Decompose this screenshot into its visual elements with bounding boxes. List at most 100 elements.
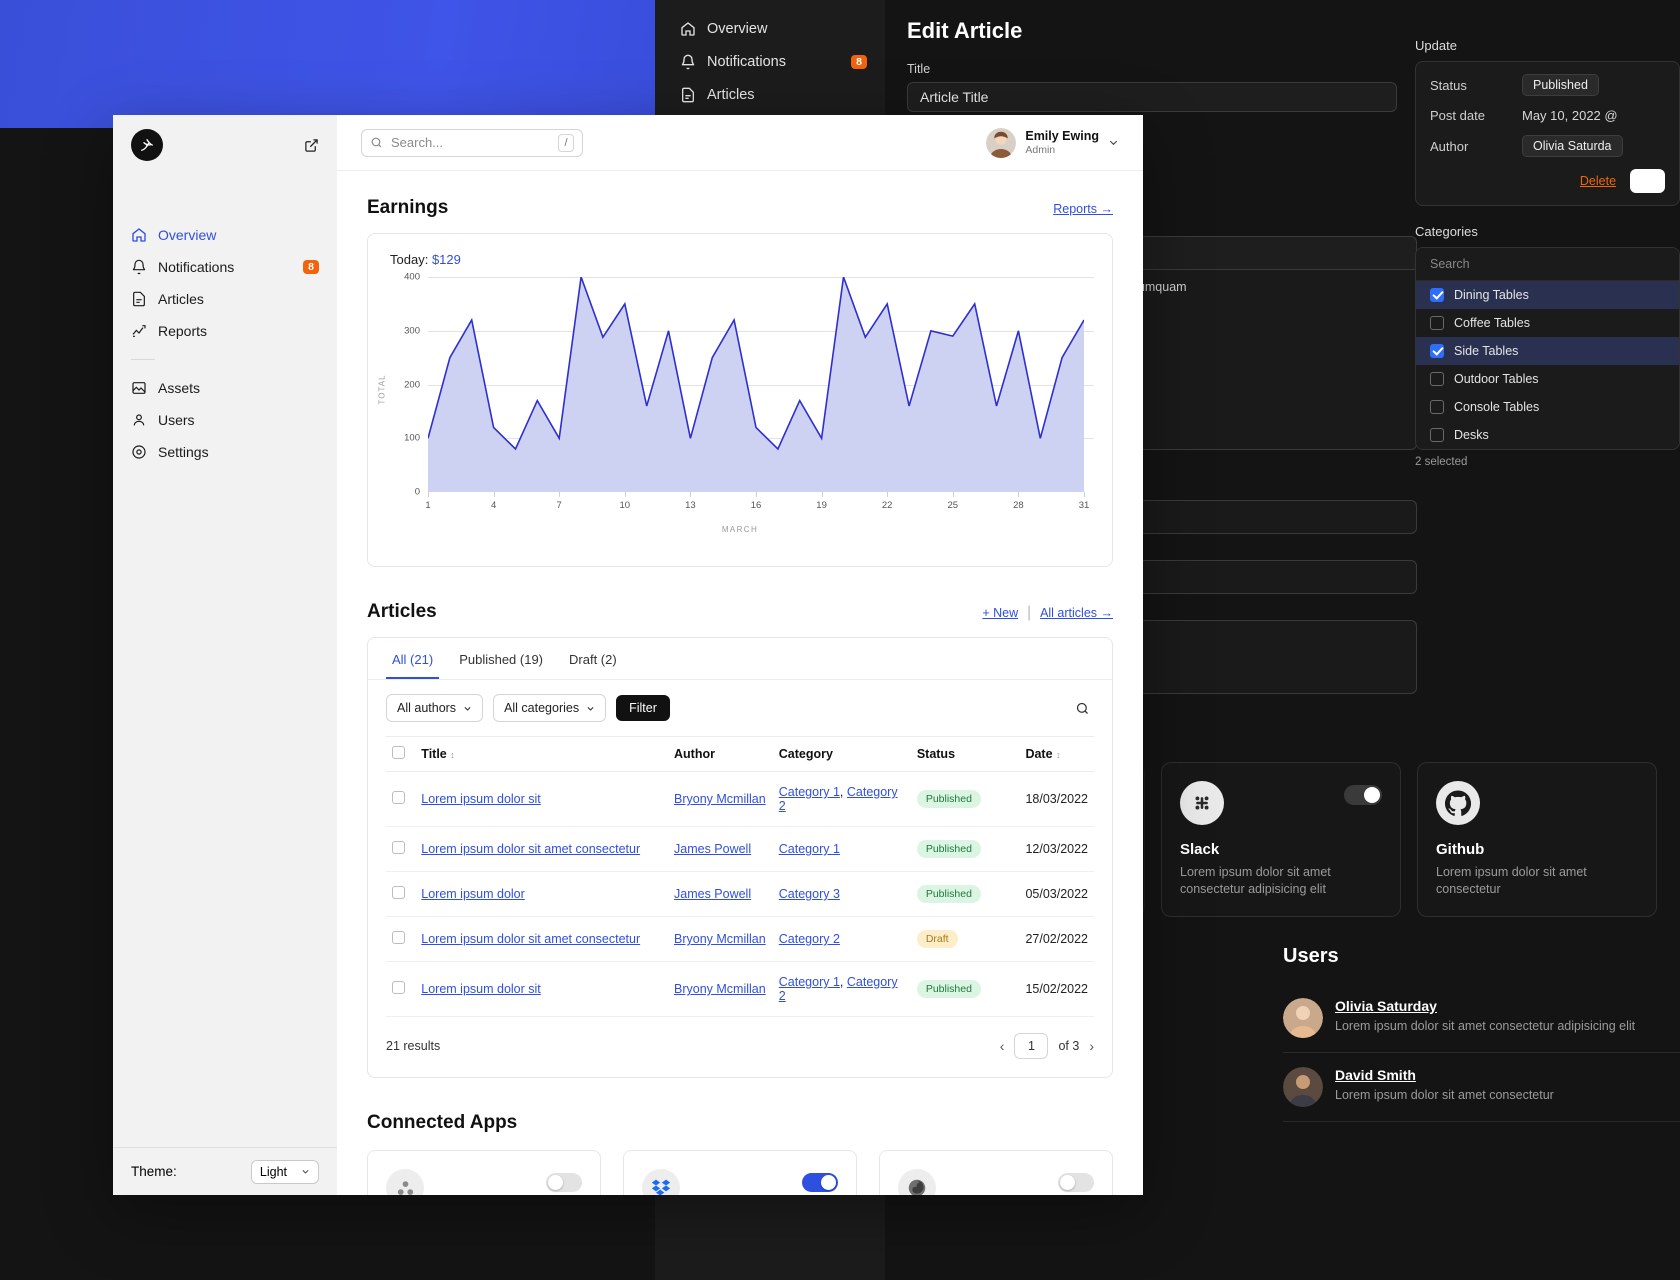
app-card-dropbox[interactable]: Dropbox Lorem ipsum dolor sit amet conse… — [623, 1150, 857, 1195]
select-all-checkbox[interactable] — [392, 746, 405, 759]
tab-all[interactable]: All (21) — [386, 638, 440, 679]
article-title-link[interactable]: Lorem ipsum dolor sit — [421, 792, 541, 806]
dark-user-name[interactable]: David Smith — [1335, 1067, 1554, 1083]
category-item[interactable]: Console Tables — [1416, 393, 1679, 421]
external-link-icon[interactable] — [304, 138, 319, 153]
theme-select[interactable]: Light — [250, 1159, 319, 1184]
reports-link[interactable]: Reports → — [1053, 202, 1113, 216]
row-checkbox[interactable] — [392, 841, 405, 854]
author-link[interactable]: Bryony Mcmillan — [674, 792, 766, 806]
table-row[interactable]: Lorem ipsum dolor sit Bryony Mcmillan Cate… — [386, 961, 1094, 1017]
author-link[interactable]: James Powell — [674, 887, 751, 901]
dark-user-row[interactable]: David Smith Lorem ipsum dolor sit amet c… — [1283, 1053, 1680, 1122]
checkbox-icon[interactable] — [1430, 372, 1444, 386]
author-link[interactable]: James Powell — [674, 842, 751, 856]
sidebar-item-articles[interactable]: Articles — [113, 283, 337, 315]
sidebar-item-reports[interactable]: Reports — [113, 315, 337, 347]
tab-published[interactable]: Published (19) — [453, 638, 549, 679]
new-article-link[interactable]: + New — [982, 606, 1018, 620]
select-all-cell[interactable] — [386, 736, 416, 772]
authors-filter-select[interactable]: All authors — [386, 694, 484, 722]
dropbox-icon — [642, 1169, 680, 1195]
sidebar-item-overview[interactable]: Overview — [113, 219, 337, 251]
app-card-asana[interactable]: Asana Lorem ipsum dolor sit amet — [367, 1150, 601, 1195]
article-title-link[interactable]: Lorem ipsum dolor sit amet consectetur — [421, 932, 640, 946]
table-search-icon[interactable] — [1075, 701, 1090, 716]
dark-app-card-slack[interactable]: Slack Lorem ipsum dolor sit amet consect… — [1161, 762, 1401, 917]
category-item[interactable]: Outdoor Tables — [1416, 365, 1679, 393]
page-input[interactable]: 1 — [1014, 1033, 1049, 1059]
asana-toggle[interactable] — [546, 1173, 582, 1192]
post-date-value[interactable]: May 10, 2022 @ — [1522, 108, 1618, 123]
all-articles-link[interactable]: All articles → — [1040, 606, 1113, 620]
category-link[interactable]: Category 3 — [779, 887, 840, 901]
checkbox-icon[interactable] — [1430, 288, 1444, 302]
category-link[interactable]: Category 2 — [779, 932, 840, 946]
row-select-cell[interactable] — [386, 771, 416, 827]
col-date[interactable]: Date ↕ — [1019, 736, 1094, 772]
user-menu[interactable]: Emily Ewing Admin — [986, 127, 1119, 158]
status-value[interactable]: Published — [1522, 74, 1599, 96]
sidebar-item-users[interactable]: Users — [113, 404, 337, 436]
category-link[interactable]: Category 1 — [779, 785, 840, 799]
table-row[interactable]: Lorem ipsum dolor sit amet consectetur Ja… — [386, 826, 1094, 872]
author-link[interactable]: Bryony Mcmillan — [674, 932, 766, 946]
row-select-cell[interactable] — [386, 916, 416, 962]
delete-link[interactable]: Delete — [1580, 174, 1616, 188]
col-title[interactable]: Title ↕ — [415, 736, 668, 772]
row-select-cell[interactable] — [386, 961, 416, 1017]
author-link[interactable]: Bryony Mcmillan — [674, 982, 766, 996]
prev-page-button[interactable]: ‹ — [1000, 1038, 1005, 1054]
firefox-toggle[interactable] — [1058, 1173, 1094, 1192]
category-item[interactable]: Side Tables — [1416, 337, 1679, 365]
categories-filter-select[interactable]: All categories — [493, 694, 607, 722]
row-checkbox[interactable] — [392, 931, 405, 944]
dropbox-toggle[interactable] — [802, 1173, 838, 1192]
table-row[interactable]: Lorem ipsum dolor James Powell Category 3 P… — [386, 871, 1094, 917]
slack-toggle[interactable] — [1344, 785, 1382, 805]
row-checkbox[interactable] — [392, 791, 405, 804]
app-card-firefox[interactable]: Firefox Lorem ipsum dolor sit — [879, 1150, 1113, 1195]
filter-button[interactable]: Filter — [616, 695, 670, 721]
dark-app-card-github[interactable]: Github Lorem ipsum dolor sit amet consec… — [1417, 762, 1657, 917]
dark-title-input[interactable]: Article Title — [907, 82, 1397, 112]
dark-sidebar-item-articles[interactable]: Articles — [655, 78, 885, 111]
category-link[interactable]: Category 1 — [779, 842, 840, 856]
search-input[interactable]: Search... / — [361, 128, 583, 157]
category-item[interactable]: Coffee Tables — [1416, 309, 1679, 337]
app-logo[interactable] — [131, 129, 163, 161]
dark-sidebar-item-notifications[interactable]: Notifications 8 — [655, 45, 885, 78]
checkbox-icon[interactable] — [1430, 400, 1444, 414]
checkbox-icon[interactable] — [1430, 428, 1444, 442]
row-select-cell[interactable] — [386, 826, 416, 872]
chevron-down-icon[interactable] — [1108, 137, 1119, 148]
tab-draft[interactable]: Draft (2) — [563, 638, 623, 679]
category-item[interactable]: Desks — [1416, 421, 1679, 449]
sidebar-item-notifications[interactable]: Notifications 8 — [113, 251, 337, 283]
row-checkbox[interactable] — [392, 886, 405, 899]
dark-sidebar-item-overview[interactable]: Overview — [655, 12, 885, 45]
table-row[interactable]: Lorem ipsum dolor sit Bryony Mcmillan Cate… — [386, 771, 1094, 827]
row-select-cell[interactable] — [386, 871, 416, 917]
author-value[interactable]: Olivia Saturda — [1522, 135, 1623, 157]
article-title-link[interactable]: Lorem ipsum dolor — [421, 887, 525, 901]
sort-icon[interactable]: ↕ — [1056, 750, 1061, 760]
checkbox-icon[interactable] — [1430, 344, 1444, 358]
article-title-link[interactable]: Lorem ipsum dolor sit amet consectetur — [421, 842, 640, 856]
dark-user-name[interactable]: Olivia Saturday — [1335, 998, 1635, 1014]
checkbox-icon[interactable] — [1430, 316, 1444, 330]
sidebar-item-assets[interactable]: Assets — [113, 372, 337, 404]
sidebar-item-label: Settings — [158, 444, 209, 460]
next-page-button[interactable]: › — [1089, 1038, 1094, 1054]
row-checkbox[interactable] — [392, 981, 405, 994]
table-row[interactable]: Lorem ipsum dolor sit amet consectetur Br… — [386, 916, 1094, 962]
row-status-cell: Published — [910, 771, 1020, 827]
sidebar-item-settings[interactable]: Settings — [113, 436, 337, 468]
category-link[interactable]: Category 1 — [779, 975, 840, 989]
categories-search-input[interactable]: Search — [1416, 248, 1679, 281]
dark-user-row[interactable]: Olivia Saturday Lorem ipsum dolor sit am… — [1283, 984, 1680, 1053]
category-item[interactable]: Dining Tables — [1416, 281, 1679, 309]
sort-icon[interactable]: ↕ — [450, 750, 455, 760]
article-title-link[interactable]: Lorem ipsum dolor sit — [421, 982, 541, 996]
update-button[interactable] — [1630, 169, 1665, 193]
